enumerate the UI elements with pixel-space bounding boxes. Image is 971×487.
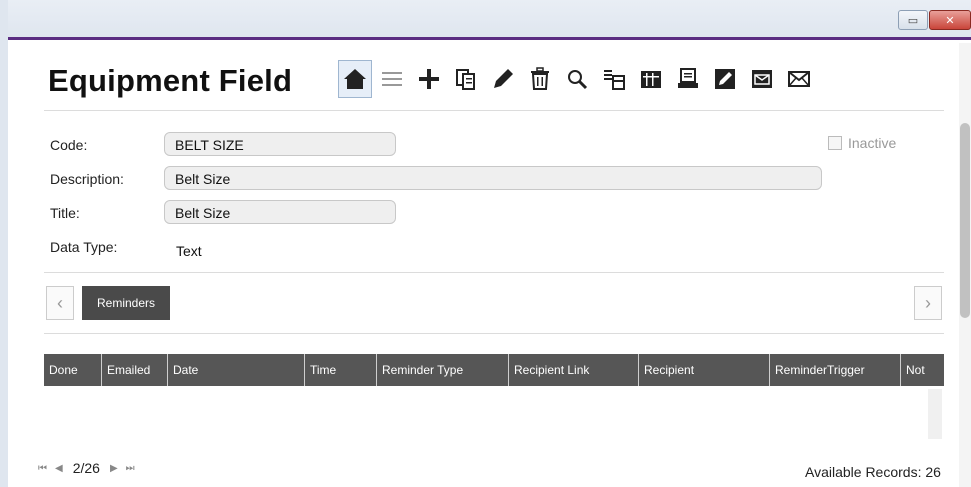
import-icon <box>604 70 625 90</box>
code-label: Code: <box>50 137 88 153</box>
col-reminder-trigger[interactable]: ReminderTrigger <box>770 354 901 386</box>
last-record-button[interactable]: ⏭ <box>126 463 135 474</box>
mail-icon <box>788 71 810 87</box>
toolbar <box>338 59 819 99</box>
home-icon <box>344 69 366 89</box>
search-button[interactable] <box>560 60 594 98</box>
edit-box-icon <box>715 69 735 89</box>
description-label: Description: <box>50 171 124 187</box>
edit-pencil-icon <box>494 69 513 88</box>
col-recipient[interactable]: Recipient <box>639 354 770 386</box>
reminders-grid-header: Done Emailed Date Time Reminder Type Rec… <box>44 354 944 386</box>
window-titlebar: ▭ ✕ <box>0 0 971 40</box>
tabs-next-button[interactable]: › <box>914 286 942 320</box>
record-pager: ⏮ ◀ 2/26 ▶ ⏭ <box>38 460 135 476</box>
tabs-divider <box>44 333 944 334</box>
main-content: Equipment Field Code: BELT SIZE Inactive… <box>8 43 971 487</box>
first-record-button[interactable]: ⏮ <box>38 463 47 474</box>
delete-button[interactable] <box>523 60 557 98</box>
home-button[interactable] <box>338 60 372 98</box>
restore-button[interactable]: ▭ <box>898 10 928 30</box>
col-recipient-link[interactable]: Recipient Link <box>509 354 639 386</box>
col-reminder-type[interactable]: Reminder Type <box>377 354 509 386</box>
title-label: Title: <box>50 205 80 221</box>
available-records-label: Available Records: <box>805 464 922 480</box>
page-title: Equipment Field <box>48 63 293 98</box>
col-notes[interactable]: Not <box>901 354 944 386</box>
delete-trash-icon <box>531 67 549 90</box>
description-field[interactable]: Belt Size <box>164 166 822 190</box>
title-field[interactable]: Belt Size <box>164 200 396 224</box>
col-emailed[interactable]: Emailed <box>102 354 168 386</box>
add-button[interactable] <box>412 60 446 98</box>
search-icon <box>568 70 588 90</box>
edit-box-button[interactable] <box>708 60 742 98</box>
data-type-value: Text <box>176 243 202 259</box>
restore-icon: ▭ <box>907 14 919 27</box>
chevron-right-icon: › <box>925 292 931 313</box>
columns-icon <box>641 71 661 88</box>
add-icon <box>419 69 439 89</box>
header-divider <box>44 110 944 111</box>
close-button[interactable]: ✕ <box>929 10 971 30</box>
chevron-left-icon: ‹ <box>57 292 63 313</box>
mail-box-button[interactable] <box>745 60 779 98</box>
edit-button[interactable] <box>486 60 520 98</box>
mail-button[interactable] <box>782 60 816 98</box>
col-date[interactable]: Date <box>168 354 305 386</box>
reminders-grid-body <box>44 386 944 438</box>
tabs-prev-button[interactable]: ‹ <box>46 286 74 320</box>
available-records-count: 26 <box>925 464 941 480</box>
next-record-button[interactable]: ▶ <box>110 463 118 474</box>
prev-record-button[interactable]: ◀ <box>55 463 63 474</box>
tab-reminders[interactable]: Reminders <box>82 286 170 320</box>
grid-scrollbar[interactable] <box>928 389 942 439</box>
available-records: Available Records: 26 <box>805 464 941 480</box>
close-icon: ✕ <box>945 14 955 27</box>
print-button[interactable] <box>671 60 705 98</box>
inactive-checkbox[interactable] <box>828 136 842 150</box>
form-scrollbar-thumb[interactable] <box>960 123 970 318</box>
list-icon <box>382 72 402 86</box>
data-type-label: Data Type: <box>50 239 118 255</box>
copy-icon <box>456 69 475 90</box>
columns-button[interactable] <box>634 60 668 98</box>
list-button[interactable] <box>375 60 409 98</box>
window-left-edge <box>0 0 8 487</box>
inactive-checkbox-group[interactable]: Inactive <box>828 135 896 151</box>
code-field[interactable]: BELT SIZE <box>164 132 396 156</box>
mail-box-icon <box>752 70 772 88</box>
col-time[interactable]: Time <box>305 354 377 386</box>
import-button[interactable] <box>597 60 631 98</box>
record-position: 2/26 <box>72 460 100 476</box>
inactive-label: Inactive <box>848 135 897 151</box>
col-done[interactable]: Done <box>44 354 102 386</box>
copy-button[interactable] <box>449 60 483 98</box>
form-divider <box>44 272 944 273</box>
print-icon <box>678 68 698 88</box>
